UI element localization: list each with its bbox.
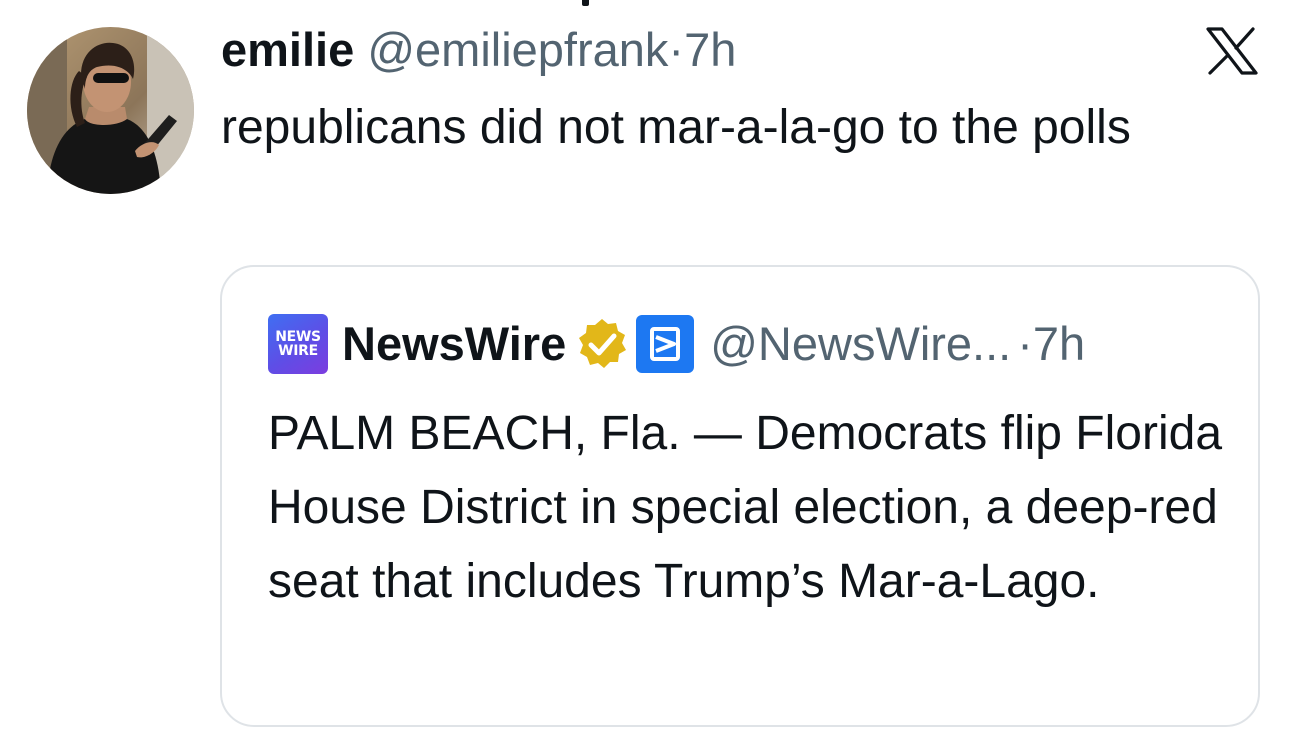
newswire-logo-line1: NEWS — [275, 329, 321, 345]
timestamp[interactable]: 7h — [684, 23, 736, 76]
profile-photo-icon — [27, 27, 194, 194]
author-name[interactable]: emilie — [221, 23, 354, 76]
quoted-timestamp[interactable]: 7h — [1033, 314, 1085, 374]
quoted-tweet-text: PALM BEACH, Fla. — Democrats flip Florid… — [268, 407, 1223, 608]
quoted-separator-dot: · — [1017, 317, 1033, 370]
x-logo-icon[interactable] — [1206, 27, 1258, 75]
author-handle[interactable]: @emiliepfrank — [367, 23, 668, 76]
quoted-tweet-card[interactable]: NEWS WIRE NewsWire @NewsWire... · 7h PALM … — [220, 265, 1260, 727]
previous-content-fragment — [582, 0, 589, 6]
tweet-header: emilie @emiliepfrank·7h — [221, 20, 736, 80]
newswire-logo-line2: WIRE — [278, 343, 318, 359]
quoted-author-handle[interactable]: @NewsWire... — [710, 314, 1011, 374]
tweet-text: republicans did not mar-a-la-go to the p… — [221, 101, 1131, 154]
verified-badge-icon — [579, 319, 627, 368]
newswire-avatar[interactable]: NEWS WIRE — [268, 314, 328, 374]
affiliate-badge-icon — [636, 315, 695, 373]
quoted-author-name[interactable]: NewsWire — [342, 314, 566, 374]
separator-dot: · — [668, 23, 685, 76]
avatar[interactable] — [27, 27, 194, 194]
quoted-tweet-header: NEWS WIRE NewsWire @NewsWire... · 7h — [268, 313, 1085, 375]
